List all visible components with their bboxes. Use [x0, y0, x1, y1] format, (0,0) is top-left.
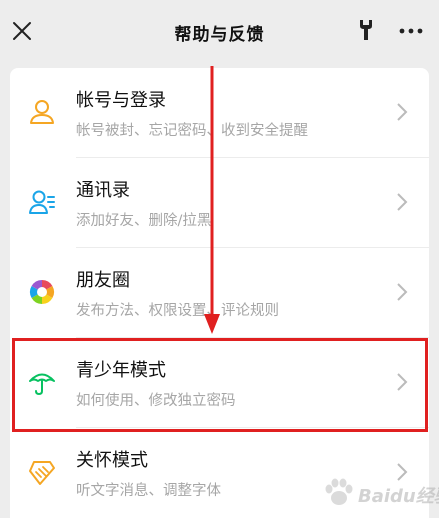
chevron-right-icon [397, 283, 408, 301]
chevron-right-icon [397, 193, 408, 211]
care-icon [29, 461, 55, 485]
baidu-watermark: Baidu经验 [322, 470, 439, 516]
paw-icon [325, 478, 353, 505]
watermark-text: Baidu经验 [358, 486, 439, 507]
help-item-label: 帐号与登录 [76, 90, 166, 111]
help-feedback-screen: 帮助与反馈 帐号与登录 帐号被封、忘记密码、收到安全提醒 通讯录 添加好友、删除… [0, 0, 439, 518]
annotation-highlight-box [12, 338, 428, 432]
contacts-icon [29, 190, 55, 214]
annotation-arrow [204, 66, 220, 334]
top-bar: 帮助与反馈 [0, 0, 439, 64]
help-item-subtitle: 添加好友、删除/拉黑 [76, 213, 212, 229]
moments-icon [29, 280, 55, 304]
more-icon[interactable] [398, 24, 424, 38]
help-item-label: 通讯录 [76, 180, 130, 201]
help-item-label: 朋友圈 [76, 270, 130, 291]
wrench-icon[interactable] [358, 19, 374, 41]
help-item-label: 关怀模式 [76, 450, 148, 471]
help-item-subtitle: 帐号被封、忘记密码、收到安全提醒 [76, 123, 308, 139]
help-item-subtitle: 听文字消息、调整字体 [76, 483, 221, 499]
help-item-subtitle: 发布方法、权限设置、评论规则 [76, 303, 279, 319]
chevron-right-icon [397, 103, 408, 121]
user-icon [30, 100, 54, 124]
